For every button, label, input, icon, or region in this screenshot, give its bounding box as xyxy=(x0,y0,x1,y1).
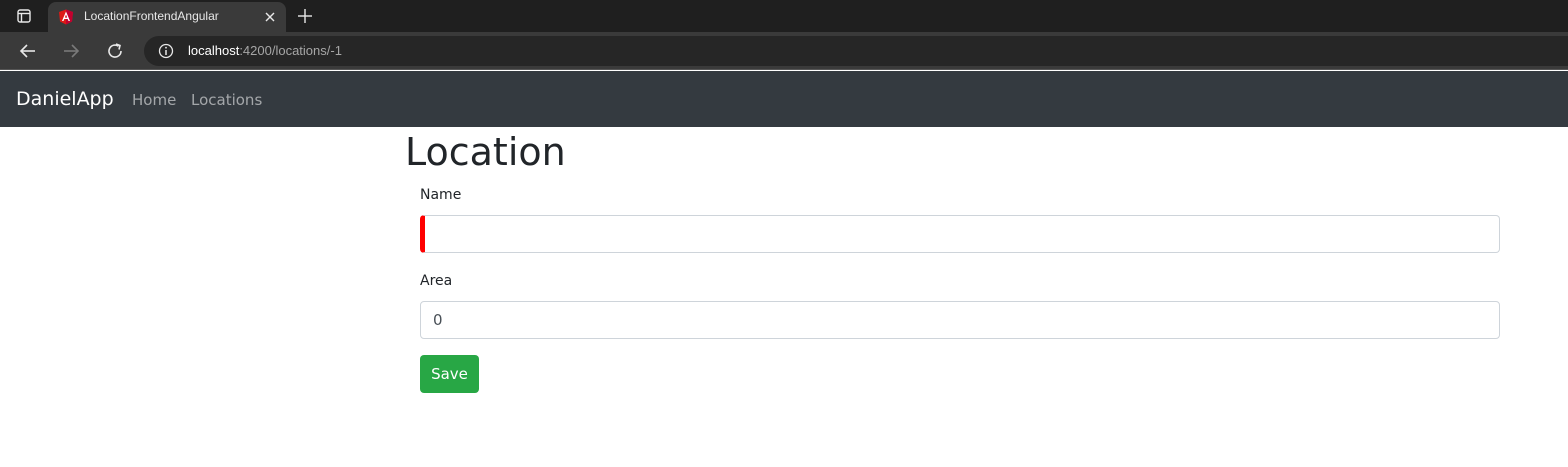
save-button[interactable]: Save xyxy=(420,355,479,393)
nav-link-locations[interactable]: Locations xyxy=(191,91,262,109)
close-icon[interactable] xyxy=(262,9,278,25)
forward-arrow-icon[interactable] xyxy=(58,38,84,64)
address-url[interactable]: localhost:4200/locations/-1 xyxy=(188,43,342,58)
brand-link[interactable]: DanielApp xyxy=(16,88,114,110)
url-path: :4200/locations/-1 xyxy=(239,43,342,58)
tab-actions-icon[interactable] xyxy=(10,4,38,28)
app-navbar: DanielApp Home Locations xyxy=(0,71,1568,127)
url-host: localhost xyxy=(188,43,240,58)
nav-link-home[interactable]: Home xyxy=(132,91,176,109)
plus-icon[interactable] xyxy=(294,5,316,27)
name-label: Name xyxy=(420,187,462,203)
browser-toolbar: localhost:4200/locations/-1 xyxy=(0,32,1568,70)
area-input[interactable] xyxy=(420,301,1500,339)
address-bar[interactable]: localhost:4200/locations/-1 xyxy=(144,36,1568,66)
info-icon[interactable] xyxy=(158,43,174,59)
back-arrow-icon[interactable] xyxy=(15,38,41,64)
area-label: Area xyxy=(420,273,453,289)
tab-title: LocationFrontendAngular xyxy=(84,9,219,23)
name-input[interactable] xyxy=(420,215,1500,253)
browser-tab-strip: LocationFrontendAngular xyxy=(0,0,1568,32)
angular-icon xyxy=(58,9,74,25)
page-title: Location xyxy=(405,130,566,174)
reload-icon[interactable] xyxy=(102,38,128,64)
browser-tab[interactable]: LocationFrontendAngular xyxy=(48,2,286,32)
